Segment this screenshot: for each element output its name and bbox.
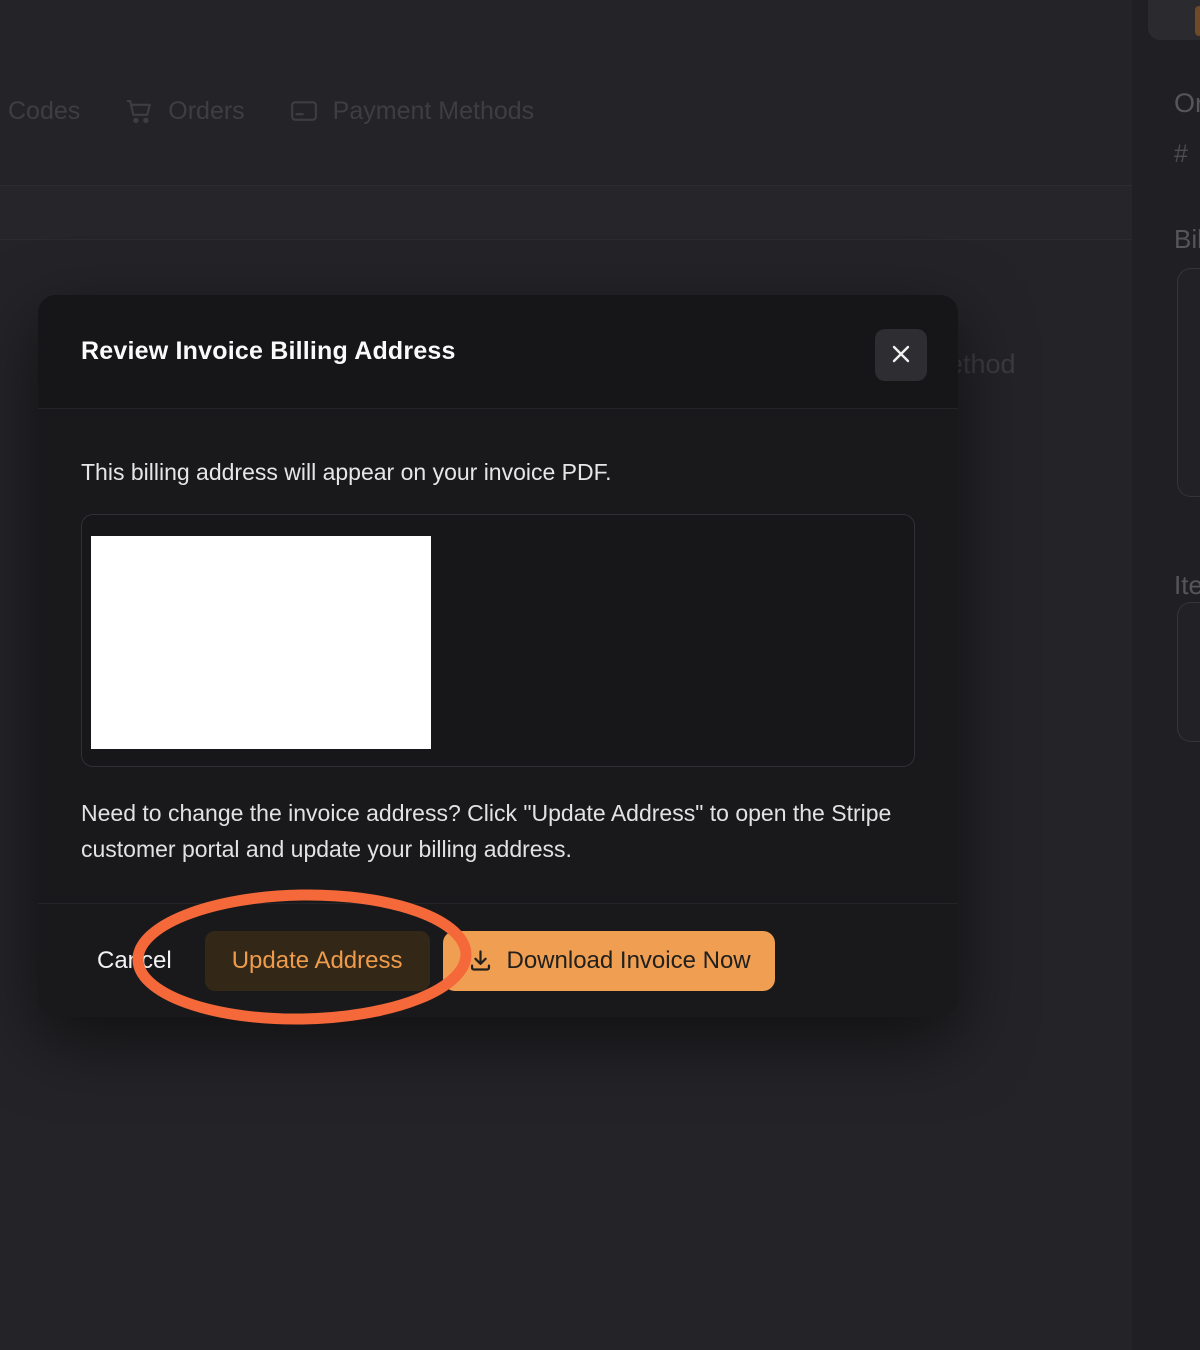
close-icon xyxy=(889,342,913,369)
drawer-items-label-fragment: Ite xyxy=(1174,570,1200,601)
tab-orders[interactable]: Orders xyxy=(124,96,244,126)
redacted-address-block xyxy=(91,536,431,749)
billing-address-preview-box xyxy=(81,514,915,767)
drawer-items-box xyxy=(1177,602,1200,742)
tab-payment-methods[interactable]: Payment Methods xyxy=(289,96,535,126)
tab-payment-methods-label: Payment Methods xyxy=(333,97,535,126)
close-button[interactable] xyxy=(875,329,927,381)
drawer-order-title-fragment: Or xyxy=(1174,88,1200,119)
drawer-billing-box xyxy=(1177,268,1200,497)
dialog-header: Review Invoice Billing Address xyxy=(38,295,958,409)
dialog-body: This billing address will appear on your… xyxy=(38,409,958,867)
cancel-button[interactable]: Cancel xyxy=(97,947,172,975)
drawer-billing-label-fragment: Bil xyxy=(1174,224,1200,255)
drawer-orange-button-fragment[interactable] xyxy=(1195,6,1200,36)
intro-text: This billing address will appear on your… xyxy=(81,459,915,486)
download-invoice-now-button[interactable]: Download Invoice Now xyxy=(443,931,775,991)
order-details-drawer: Or # Bil Ite xyxy=(1132,0,1200,1350)
background-tab-bar: Codes Orders Payment Methods xyxy=(8,96,534,126)
tab-codes[interactable]: Codes xyxy=(8,97,80,126)
review-invoice-billing-address-dialog: Review Invoice Billing Address This bill… xyxy=(38,295,958,1017)
download-icon xyxy=(467,947,494,974)
drawer-header-chip xyxy=(1148,0,1200,40)
credit-card-icon xyxy=(289,96,319,126)
dialog-footer: Cancel Update Address Download Invoice N… xyxy=(38,903,958,1017)
dialog-title: Review Invoice Billing Address xyxy=(81,295,456,408)
page-root: Codes Orders Payment Methods ethod Or # … xyxy=(0,0,1200,1350)
help-text: Need to change the invoice address? Clic… xyxy=(81,795,915,867)
cart-icon xyxy=(124,96,154,126)
background-heading-fragment: ethod xyxy=(948,349,1016,380)
tab-codes-label: Codes xyxy=(8,97,80,126)
tab-orders-label: Orders xyxy=(168,97,244,126)
download-button-label: Download Invoice Now xyxy=(507,947,751,975)
update-address-button[interactable]: Update Address xyxy=(205,931,430,991)
background-section-band xyxy=(0,186,1132,240)
drawer-order-number-fragment: # xyxy=(1174,140,1188,169)
